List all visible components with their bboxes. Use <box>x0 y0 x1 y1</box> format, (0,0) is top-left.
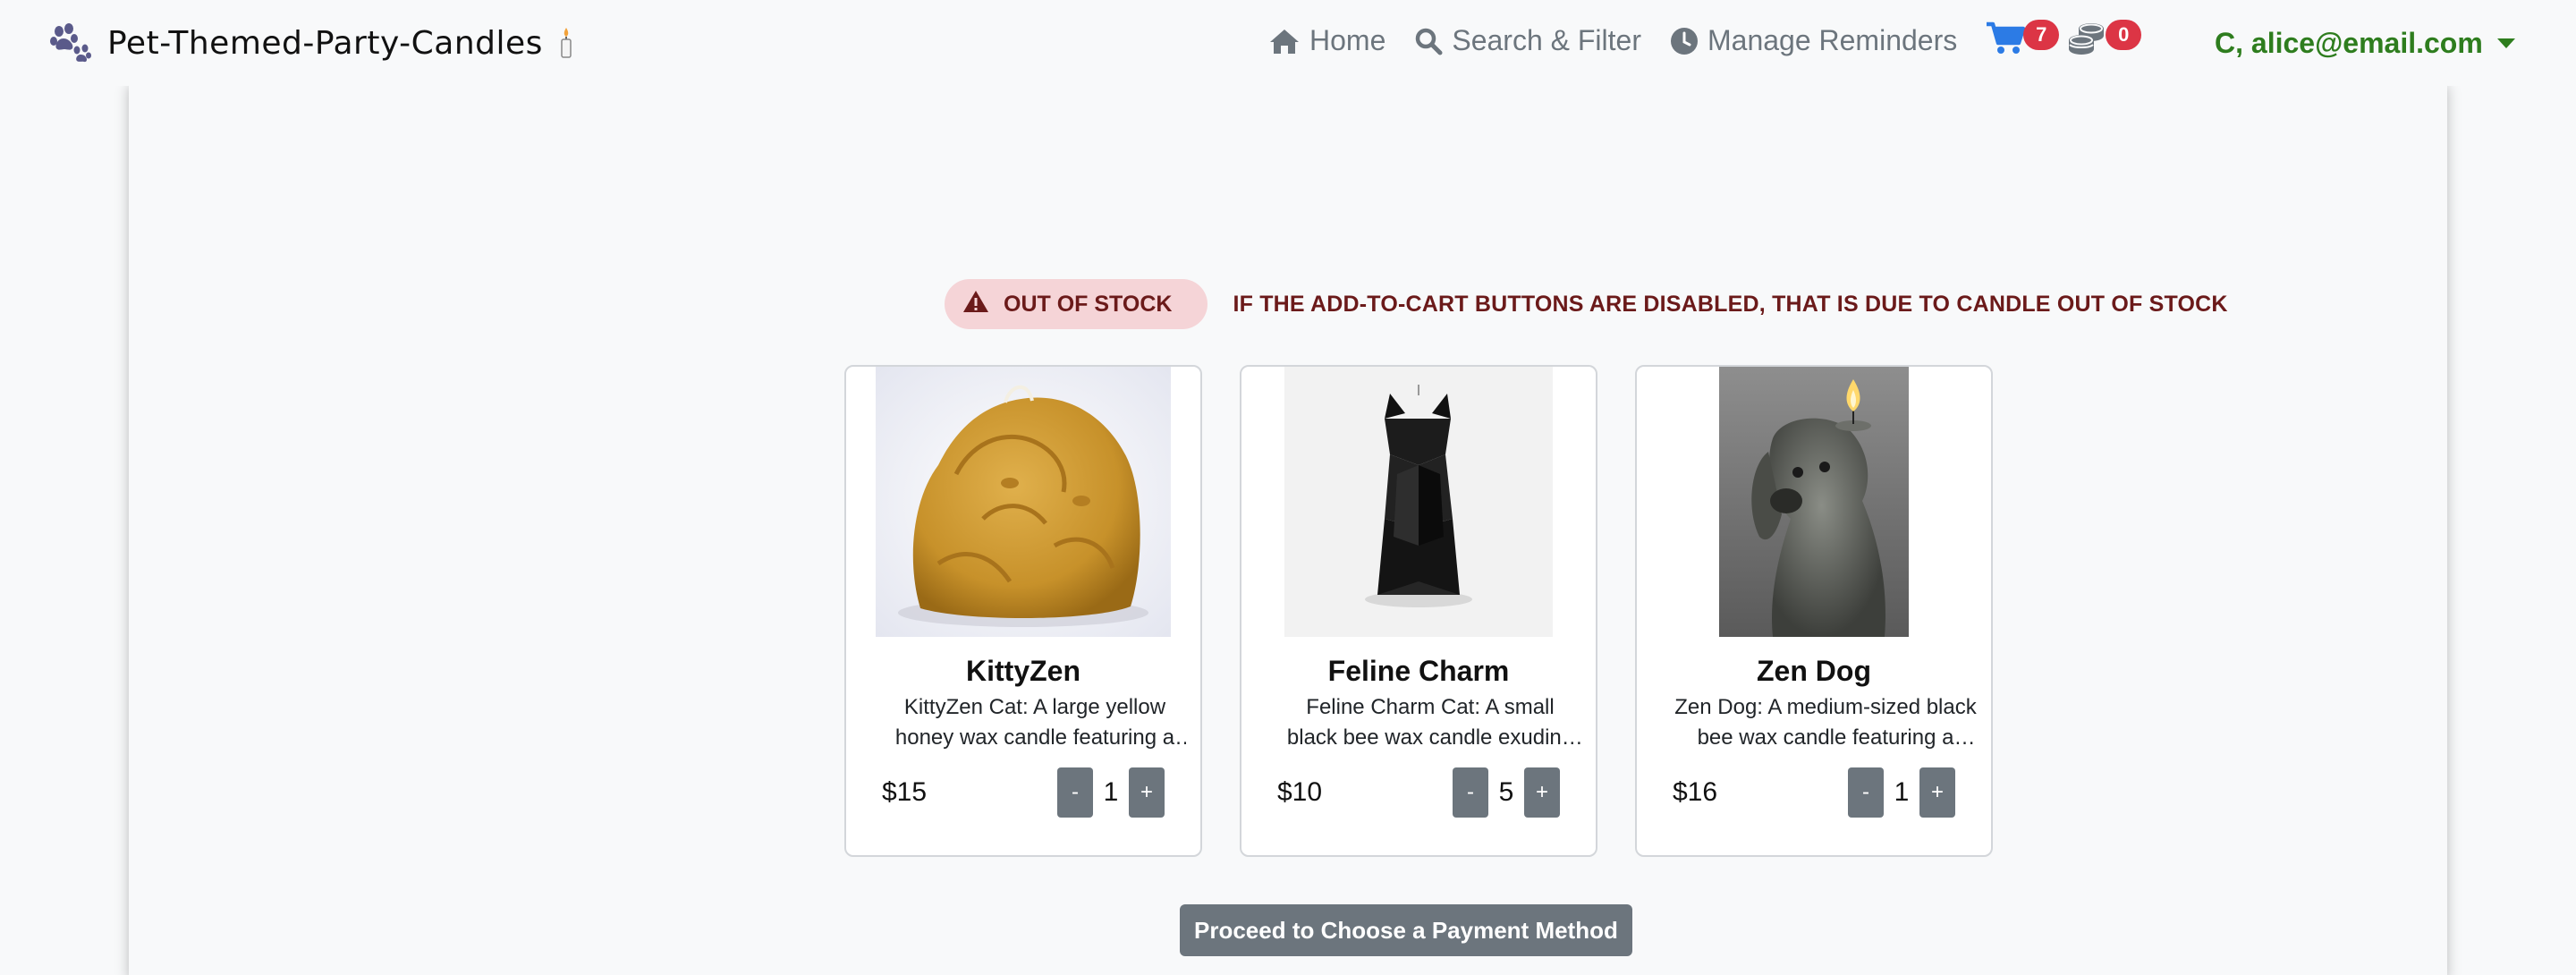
user-label: C, alice@email.com <box>2215 27 2483 59</box>
nav-home-link[interactable]: Home <box>1268 24 1385 57</box>
increase-quantity-button[interactable]: + <box>1919 767 1955 818</box>
nav-search-link[interactable]: Search & Filter <box>1414 24 1641 57</box>
product-card: KittyZen KittyZen Cat: A large yellow ho… <box>844 365 1202 857</box>
product-description: Zen Dog: A medium-sized black bee wax ca… <box>1674 695 1977 750</box>
nav-reminders-label: Manage Reminders <box>1707 24 1958 56</box>
nav-reminders-link[interactable]: Manage Reminders <box>1670 24 1957 57</box>
decrease-quantity-button[interactable]: - <box>1848 767 1884 818</box>
quantity-stepper: - 1 + <box>1057 767 1165 818</box>
brand-name: Pet-Themed-Party-Candles <box>107 24 543 62</box>
increase-quantity-button[interactable]: + <box>1129 767 1165 818</box>
product-price: $15 <box>882 777 928 807</box>
decrease-quantity-button[interactable]: - <box>1453 767 1488 818</box>
product-image <box>876 367 1171 637</box>
product-name: Feline Charm <box>1327 655 1510 687</box>
quantity-stepper: - 5 + <box>1453 767 1560 818</box>
home-icon <box>1268 27 1301 55</box>
product-list: KittyZen KittyZen Cat: A large yellow ho… <box>844 365 1993 857</box>
coins-count-badge: 0 <box>2106 20 2142 50</box>
out-of-stock-label: OUT OF STOCK <box>1004 291 1173 317</box>
product-footer: $16 - 1 + <box>1673 767 1955 818</box>
product-description: Feline Charm Cat: A small black bee wax … <box>1286 695 1574 750</box>
stock-notice: OUT OF STOCK IF THE ADD-TO-CART BUTTONS … <box>945 279 2228 329</box>
candle-icon <box>559 27 573 59</box>
navbar: Pet-Themed-Party-Candles Home Search & F… <box>0 0 2576 86</box>
product-price: $10 <box>1277 777 1323 807</box>
stock-notice-text: IF THE ADD-TO-CART BUTTONS ARE DISABLED,… <box>1233 291 2228 317</box>
clock-icon <box>1670 27 1699 55</box>
cart-link[interactable]: 7 <box>1986 20 2060 60</box>
product-description: KittyZen Cat: A large yellow honey wax c… <box>894 695 1175 750</box>
warning-icon <box>962 290 989 319</box>
quantity-value: 5 <box>1498 777 1514 807</box>
product-price: $16 <box>1673 777 1718 807</box>
product-image <box>1719 367 1909 637</box>
search-icon <box>1414 27 1443 55</box>
chevron-down-icon <box>2496 38 2515 48</box>
product-image <box>1284 367 1553 637</box>
product-name: Zen Dog <box>1757 655 1871 687</box>
quantity-stepper: - 1 + <box>1848 767 1955 818</box>
increase-quantity-button[interactable]: + <box>1524 767 1560 818</box>
brand-link[interactable]: Pet-Themed-Party-Candles <box>50 23 573 63</box>
product-card: Zen Dog Zen Dog: A medium-sized black be… <box>1635 365 1993 857</box>
quantity-value: 1 <box>1894 777 1910 807</box>
coins-link[interactable]: 0 <box>2068 20 2142 60</box>
user-dropdown[interactable]: C, alice@email.com <box>2215 27 2515 60</box>
out-of-stock-badge: OUT OF STOCK <box>945 279 1208 329</box>
product-footer: $10 - 5 + <box>1277 767 1560 818</box>
cart-icon <box>1986 21 2026 60</box>
proceed-to-payment-button[interactable]: Proceed to Choose a Payment Method <box>1180 904 1632 956</box>
cart-count-badge: 7 <box>2023 20 2060 50</box>
product-card: Feline Charm Feline Charm Cat: A small b… <box>1240 365 1597 857</box>
nav-home-label: Home <box>1309 24 1386 56</box>
main-panel: OUT OF STOCK IF THE ADD-TO-CART BUTTONS … <box>129 86 2447 975</box>
paw-icon <box>50 23 91 63</box>
decrease-quantity-button[interactable]: - <box>1057 767 1093 818</box>
nav-links: Home Search & Filter Manage Reminders 7 … <box>1268 20 2142 60</box>
quantity-value: 1 <box>1103 777 1119 807</box>
nav-search-label: Search & Filter <box>1452 24 1641 56</box>
product-footer: $15 - 1 + <box>882 767 1165 818</box>
coins-icon <box>2068 21 2106 60</box>
product-name: KittyZen <box>966 655 1080 687</box>
